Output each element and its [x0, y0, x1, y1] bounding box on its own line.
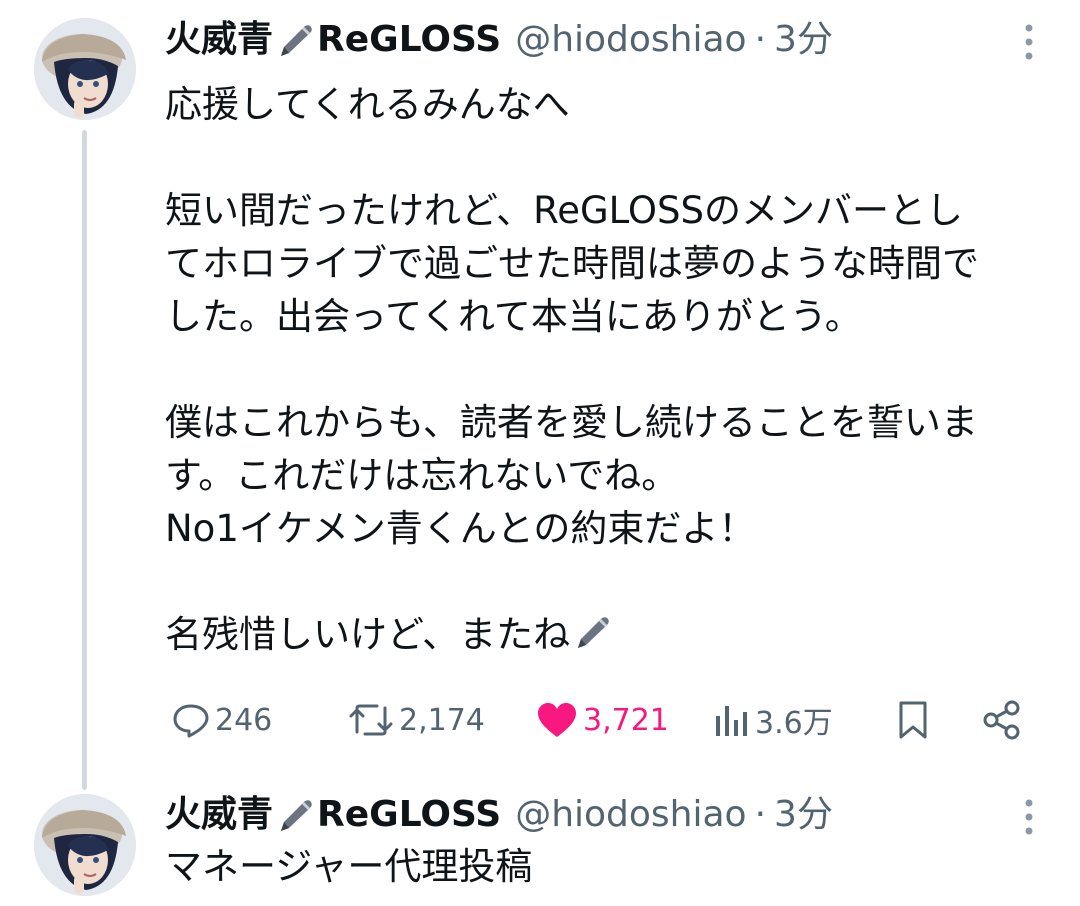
separator: · [754, 19, 767, 60]
share-icon [983, 700, 1020, 740]
reply-count: 246 [215, 702, 273, 738]
avatar-icon [34, 794, 136, 896]
pen-icon [281, 25, 312, 56]
reply-icon [173, 704, 209, 738]
repost-count: 2,174 [399, 702, 485, 738]
action-bar: 246 2,174 3,721 3.6万 [165, 690, 1035, 750]
heart-icon [538, 703, 576, 737]
post-header: 火威青 ReGLOSS @hiodoshiao · 3分 [165, 790, 833, 840]
more-options-icon[interactable] [1022, 22, 1036, 62]
separator: · [754, 794, 767, 835]
timestamp[interactable]: 3分 [774, 790, 833, 840]
post-header: 火威青 ReGLOSS @hiodoshiao · 3分 [165, 15, 833, 65]
views-icon [716, 706, 747, 736]
avatar[interactable] [34, 18, 136, 120]
timestamp[interactable]: 3分 [774, 15, 833, 65]
share-button[interactable] [981, 690, 1023, 750]
pen-icon [281, 800, 312, 831]
avatar-icon [34, 18, 136, 120]
handle[interactable]: @hiodoshiao [515, 790, 746, 840]
display-name[interactable]: 火威青 ReGLOSS [165, 790, 501, 840]
bookmark-button[interactable] [895, 690, 931, 750]
display-name-main: 火威青 [165, 19, 274, 60]
reply-button[interactable]: 246 [171, 690, 272, 750]
more-options-icon[interactable] [1022, 797, 1036, 837]
like-button[interactable]: 3,721 [535, 690, 669, 750]
avatar[interactable] [34, 794, 136, 896]
display-name-main: 火威青 [165, 794, 274, 835]
thread-line [82, 130, 87, 790]
repost-icon [349, 704, 393, 736]
display-name[interactable]: 火威青 ReGLOSS [165, 15, 501, 65]
view-count: 3.6万 [755, 706, 833, 741]
post-text: マネージャー代理投稿 [165, 845, 533, 888]
repost-button[interactable]: 2,174 [347, 690, 485, 750]
handle[interactable]: @hiodoshiao [515, 15, 746, 65]
pen-icon [578, 617, 609, 648]
bookmark-icon [899, 701, 927, 739]
display-name-suffix: ReGLOSS [317, 794, 502, 835]
display-name-suffix: ReGLOSS [317, 19, 502, 60]
post-text: 応援してくれるみんなへ 短い間だったけれど、ReGLOSSのメンバーとし てホロ… [165, 78, 1045, 661]
post-text-content: 応援してくれるみんなへ 短い間だったけれど、ReGLOSSのメンバーとし てホロ… [165, 83, 979, 656]
like-count: 3,721 [583, 702, 669, 738]
views-button[interactable]: 3.6万 [713, 690, 833, 750]
